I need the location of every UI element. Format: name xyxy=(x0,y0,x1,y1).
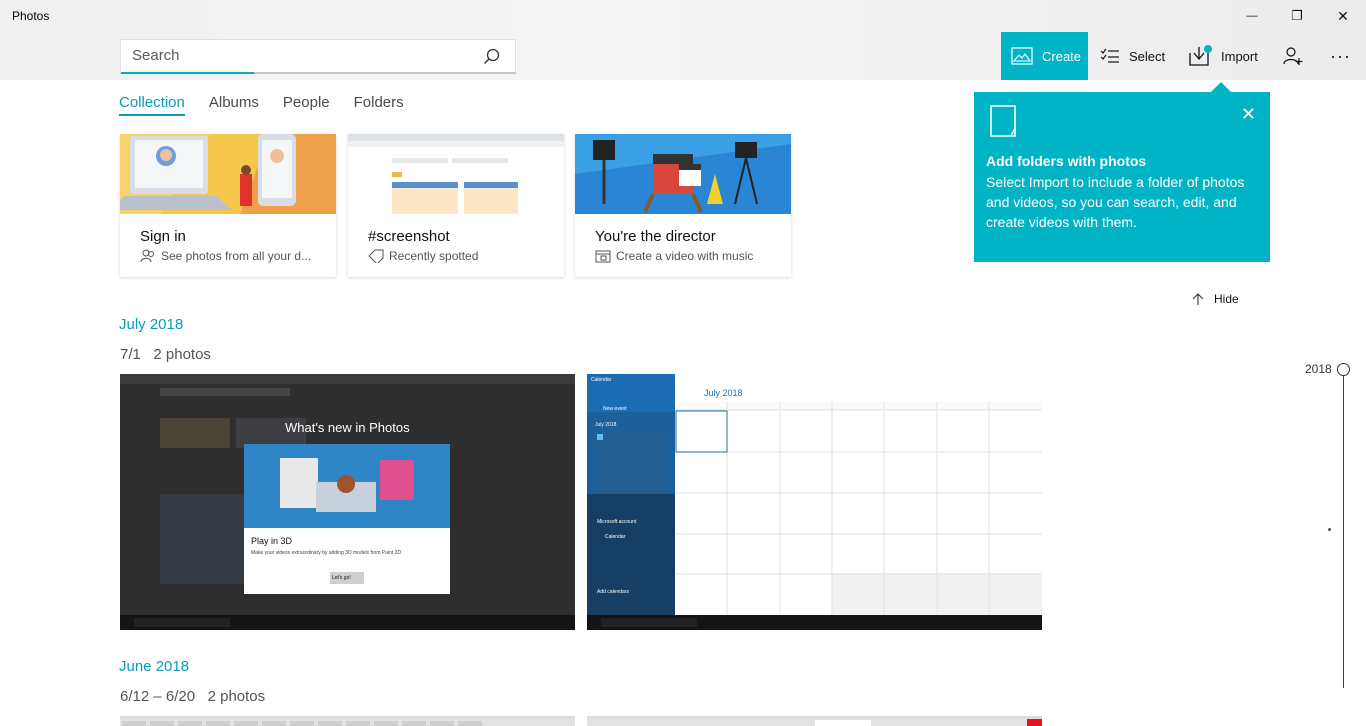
photo-thumbnail[interactable]: What's new in Photos Play in 3D Make you… xyxy=(120,374,575,630)
photo-thumbnail[interactable]: Calendar New event July 2018 July 2018 M… xyxy=(587,374,1042,630)
search-icon[interactable] xyxy=(483,48,500,65)
director-illustration xyxy=(575,134,791,214)
date-range-text: 6/12 – 6/20 xyxy=(120,688,196,705)
dialog-heading: Play in 3D xyxy=(251,536,293,546)
card-title: #screenshot xyxy=(368,228,450,245)
photos-screenshot-image xyxy=(120,374,575,630)
import-button[interactable]: Import xyxy=(1188,32,1258,80)
search-box[interactable] xyxy=(120,39,516,74)
calendar-screenshot-image xyxy=(587,374,1042,630)
close-icon: ✕ xyxy=(1337,7,1349,24)
tab-people[interactable]: People xyxy=(283,94,330,116)
minimize-icon: — xyxy=(1246,10,1258,22)
month-heading[interactable]: July 2018 xyxy=(119,316,183,333)
date-range-text: 7/1 xyxy=(120,346,141,363)
card-subtitle: See photos from all your d... xyxy=(140,249,311,263)
restore-icon: ❐ xyxy=(1291,8,1303,23)
screenshot-card[interactable]: #screenshot Recently spotted xyxy=(348,134,564,277)
app-title: Photos xyxy=(12,9,50,23)
dialog-title: What's new in Photos xyxy=(285,420,410,435)
tab-collection[interactable]: Collection xyxy=(119,94,185,116)
add-person-icon xyxy=(1283,47,1303,65)
card-title: You're the director xyxy=(595,228,716,245)
timeline-year[interactable]: 2018 xyxy=(1305,362,1332,376)
dialog-text: Make your videos extraordinary by adding… xyxy=(251,550,402,556)
collection-tabs: Collection Albums People Folders xyxy=(119,94,428,116)
timeline-marker xyxy=(1328,528,1331,531)
hide-button[interactable]: Hide xyxy=(1192,292,1239,306)
calendar-label: Calendar xyxy=(605,534,626,540)
browser-screenshot-image xyxy=(587,719,1042,726)
tab-albums[interactable]: Albums xyxy=(209,94,259,116)
film-icon xyxy=(595,250,611,263)
account-label: Microsoft account xyxy=(597,519,637,525)
director-card[interactable]: You're the director Create a video with … xyxy=(575,134,791,277)
add-folders-tip: ✕ Add folders with photos Select Import … xyxy=(974,92,1270,262)
sign-in-card[interactable]: Sign in See photos from all your d... xyxy=(120,134,336,277)
card-subtitle-text: Recently spotted xyxy=(389,249,479,263)
date-range: 7/1 2 photos xyxy=(120,346,211,363)
tip-title: Add folders with photos xyxy=(986,153,1147,169)
sign-in-button[interactable] xyxy=(1283,32,1312,80)
card-subtitle-text: See photos from all your d... xyxy=(161,249,312,263)
select-list-icon xyxy=(1100,48,1119,63)
card-subtitle-text: Create a video with music xyxy=(616,249,754,263)
photo-thumbnail[interactable] xyxy=(120,716,575,726)
timeline-track[interactable] xyxy=(1343,376,1344,688)
photo-count: 2 photos xyxy=(153,346,211,363)
calendar-app-name: Calendar xyxy=(591,377,612,383)
create-label: Create xyxy=(1042,48,1082,64)
timeline-handle[interactable] xyxy=(1337,363,1350,376)
folder-page-icon xyxy=(990,105,1016,137)
browser-screenshot-image xyxy=(120,719,575,726)
create-icon xyxy=(1011,47,1033,65)
create-button[interactable]: Create xyxy=(1001,32,1088,80)
import-label: Import xyxy=(1221,48,1258,64)
date-range: 6/12 – 6/20 2 photos xyxy=(120,688,265,705)
card-subtitle: Create a video with music xyxy=(595,249,753,263)
restore-button[interactable]: ❐ xyxy=(1287,6,1307,26)
import-icon xyxy=(1189,45,1212,66)
hide-label: Hide xyxy=(1214,292,1239,306)
screenshot-thumbnail xyxy=(348,134,564,214)
tip-body: Select Import to include a folder of pho… xyxy=(986,174,1245,230)
select-button[interactable]: Select xyxy=(1100,32,1165,80)
minimize-button[interactable]: — xyxy=(1242,6,1262,26)
select-label: Select xyxy=(1129,48,1166,64)
card-title: Sign in xyxy=(140,228,186,245)
month-heading[interactable]: June 2018 xyxy=(119,658,189,675)
search-input[interactable] xyxy=(132,47,472,64)
more-icon: ··· xyxy=(1330,45,1351,66)
photo-thumbnail[interactable] xyxy=(587,716,1042,726)
tab-folders[interactable]: Folders xyxy=(354,94,404,116)
tag-icon xyxy=(368,249,384,263)
card-subtitle: Recently spotted xyxy=(368,249,478,263)
tip-close-button[interactable]: ✕ xyxy=(1241,104,1256,125)
mini-month: July 2018 xyxy=(595,422,617,428)
search-underline xyxy=(121,72,254,74)
people-icon xyxy=(140,249,154,263)
add-calendars-label: Add calendars xyxy=(597,589,629,595)
photo-count: 2 photos xyxy=(207,688,266,705)
arrow-up-icon xyxy=(1192,293,1204,305)
close-window-button[interactable]: ✕ xyxy=(1333,6,1353,26)
calendar-month: July 2018 xyxy=(704,388,743,398)
dialog-button: Let's go! xyxy=(332,575,351,581)
sign-in-illustration xyxy=(120,134,336,214)
more-options-button[interactable]: ··· xyxy=(1330,32,1351,80)
new-event-label: New event xyxy=(603,406,627,412)
